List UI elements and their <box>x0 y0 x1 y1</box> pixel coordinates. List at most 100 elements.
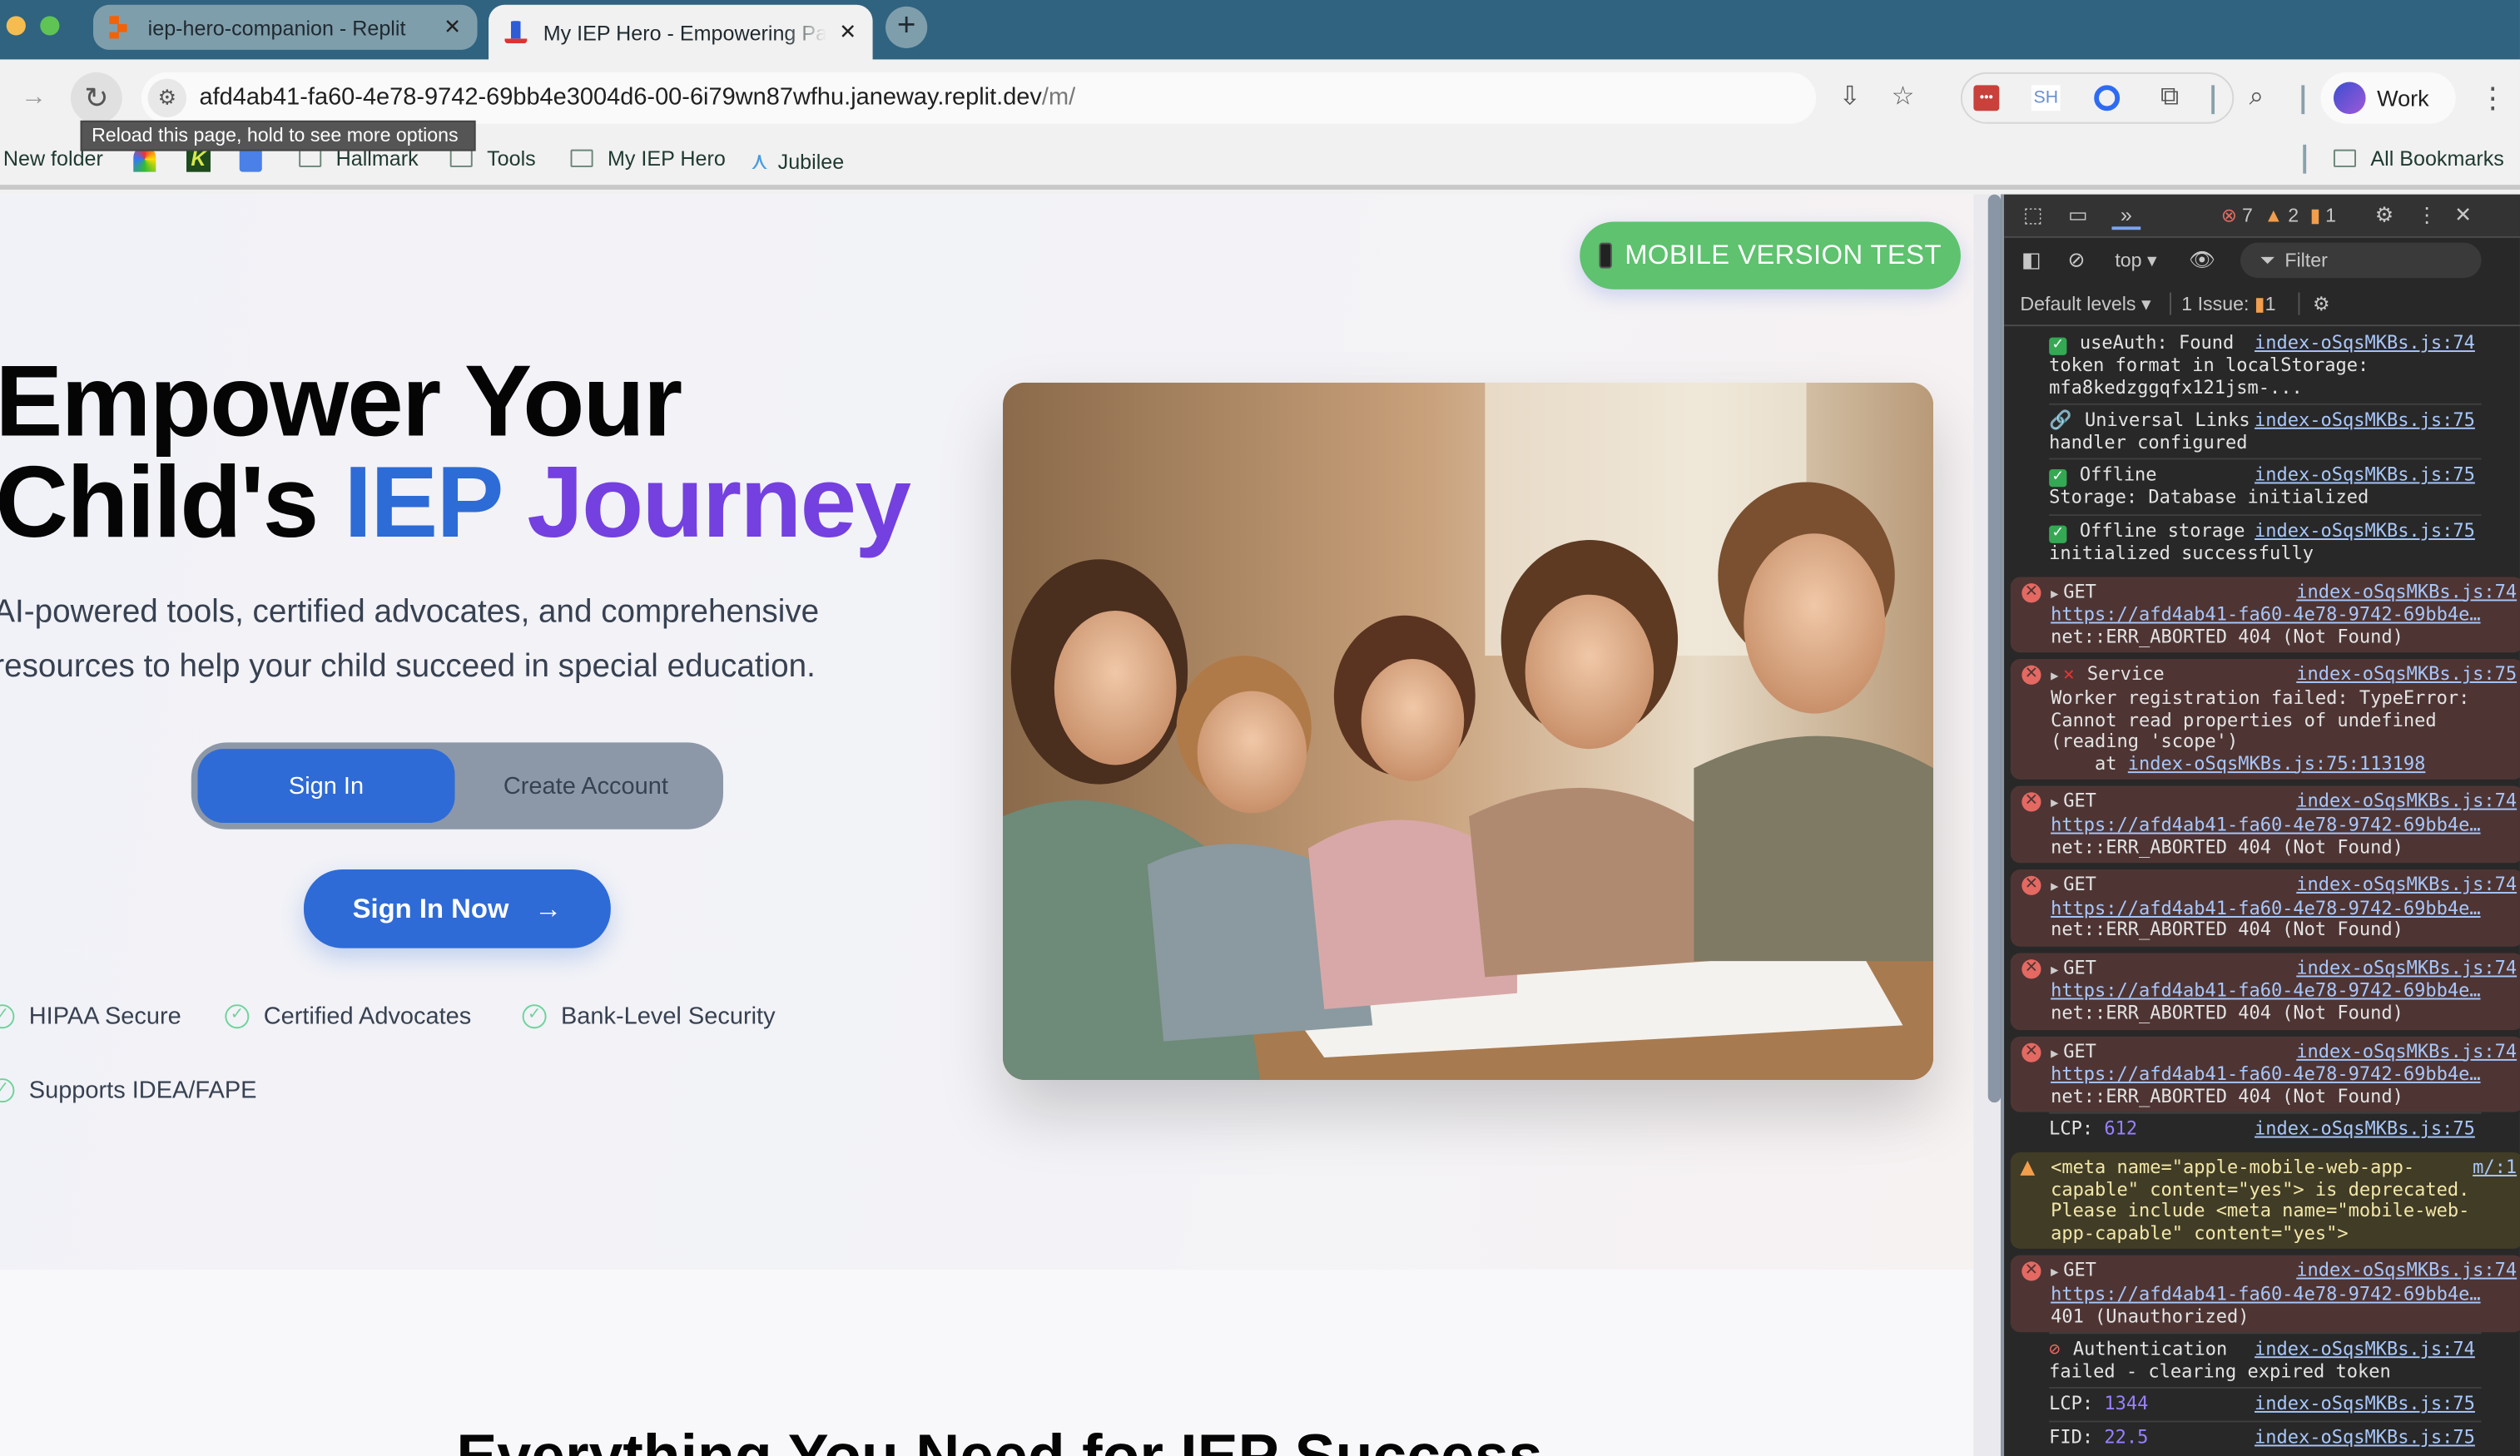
bookmark-label: All Bookmarks <box>2370 146 2504 171</box>
stack-link[interactable]: index-oSqsMKBs.js:75:113198 <box>2128 751 2426 774</box>
expand-triangle-icon[interactable]: ▶ <box>2051 879 2058 894</box>
reload-icon[interactable]: ↻ <box>70 72 122 124</box>
devtools-menu-icon[interactable]: ⋮ <box>2417 202 2438 228</box>
extensions-puzzle-icon[interactable]: ⧉ <box>2150 79 2189 117</box>
filter-placeholder: Filter <box>2284 249 2328 272</box>
console-message-error: ✕ index-oSqsMKBs.js:74 ▶ GET https://afd4ab… <box>2010 576 2520 653</box>
source-link[interactable]: index-oSqsMKBs.js:75 <box>2255 464 2475 487</box>
source-link[interactable]: index-oSqsMKBs.js:74 <box>2296 790 2517 813</box>
source-link[interactable]: index-oSqsMKBs.js:74 <box>2296 957 2517 979</box>
request-url-link[interactable]: https://afd4ab41-fa60-4e78-9742-69bb4e… <box>2051 1062 2480 1085</box>
request-url-link[interactable]: https://afd4ab41-fa60-4e78-9742-69bb4e… <box>2051 1282 2480 1305</box>
expand-triangle-icon[interactable]: ▶ <box>2051 796 2058 810</box>
mobile-version-test-button[interactable]: MOBILE VERSION TEST <box>1580 221 1961 290</box>
issue-icon: ▮ <box>2254 292 2265 315</box>
source-link[interactable]: index-oSqsMKBs.js:75 <box>2255 1118 2475 1141</box>
live-expression-eye-icon[interactable]: 👁 <box>2185 247 2218 273</box>
tab-search-icon[interactable]: ⌕ <box>2237 79 2275 117</box>
source-link[interactable]: index-oSqsMKBs.js:75 <box>2255 520 2475 542</box>
request-url-link[interactable]: https://afd4ab41-fa60-4e78-9742-69bb4e… <box>2051 813 2480 835</box>
tab-replit[interactable]: iep-hero-companion - Replit ✕ <box>93 4 478 50</box>
expand-triangle-icon[interactable]: ▶ <box>2051 1046 2058 1060</box>
request-url-link[interactable]: https://afd4ab41-fa60-4e78-9742-69bb4e… <box>2051 979 2480 1002</box>
console-filter-input[interactable]: ⏷ Filter <box>2240 242 2482 279</box>
hero-headline: Empower Your Child's IEP Journey <box>0 351 911 554</box>
family-photo <box>1003 382 1934 1081</box>
message-text: GET <box>2063 873 2096 896</box>
site-settings-icon[interactable]: ⚙ <box>147 78 187 118</box>
new-tab-button[interactable]: + <box>885 6 928 48</box>
minimize-window-button[interactable] <box>6 16 26 36</box>
clear-console-icon[interactable]: ⊘ <box>2064 247 2090 273</box>
warning-icon: ▲ <box>2264 204 2284 227</box>
inspect-element-icon[interactable]: ⬚ <box>2018 202 2047 228</box>
sidebar-toggle-icon[interactable]: ◧ <box>2018 247 2044 273</box>
url-text[interactable]: afd4ab41-fa60-4e78-9742-69bb4e3004d6-00-… <box>199 83 1075 111</box>
forward-icon[interactable]: → <box>14 79 52 117</box>
sign-in-tab[interactable]: Sign In <box>197 749 455 823</box>
source-link[interactable]: index-oSqsMKBs.js:75 <box>2296 663 2517 686</box>
close-tab-icon[interactable]: ✕ <box>839 19 856 45</box>
profile-button[interactable]: Work <box>2320 72 2456 124</box>
bookmark-star-icon[interactable]: ☆ <box>1883 79 1922 117</box>
source-link[interactable]: index-oSqsMKBs.js:74 <box>2296 1260 2517 1282</box>
check-mark-icon: ✓ <box>2049 337 2067 355</box>
stack-prefix: at <box>2051 751 2128 775</box>
features-section-heading: Everything You Need for IEP Success <box>456 1424 1542 1456</box>
error-warning-counts[interactable]: ⊗ 7 ▲ 2 ▮ 1 <box>2221 204 2336 226</box>
console-message-info: index-oSqsMKBs.js:75 LCP: 612 <box>2049 1112 2482 1146</box>
device-toolbar-icon[interactable]: ▭ <box>2064 202 2093 228</box>
source-link[interactable]: index-oSqsMKBs.js:75 <box>2255 1393 2475 1415</box>
sh-extension-icon[interactable]: SH <box>2031 85 2061 111</box>
console-message-info: index-oSqsMKBs.js:74 ✓ useAuth: Found toke… <box>2049 328 2481 404</box>
console-message-error: ✕ index-oSqsMKBs.js:74 ▶ GET https://afd4ab… <box>2010 953 2520 1030</box>
more-tabs-icon[interactable]: » <box>2111 201 2141 230</box>
console-message-error: ✕ index-oSqsMKBs.js:74 ▶ GET https://afd4ab… <box>2010 869 2520 947</box>
source-link[interactable]: index-oSqsMKBs.js:74 <box>2296 580 2517 602</box>
source-link[interactable]: index-oSqsMKBs.js:75 <box>2255 409 2475 432</box>
settings-gear-icon[interactable]: ⚙ <box>2372 202 2398 228</box>
lastpass-icon[interactable]: ••• <box>1973 85 2000 111</box>
source-link[interactable]: index-oSqsMKBs.js:74 <box>2255 1338 2475 1360</box>
source-link[interactable]: index-oSqsMKBs.js:74 <box>2296 1040 2517 1062</box>
feature-label: Bank-Level Security <box>560 1003 776 1031</box>
tab-my-iep-hero[interactable]: My IEP Hero - Empowering Pa ✕ <box>489 4 873 60</box>
close-tab-icon[interactable]: ✕ <box>444 14 461 40</box>
message-text: LCP: <box>2049 1392 2105 1415</box>
metric-value: 22.5 <box>2104 1425 2149 1449</box>
expand-triangle-icon[interactable]: ▶ <box>2051 669 2058 683</box>
coda-extension-icon[interactable] <box>2094 85 2121 111</box>
filter-funnel-icon: ⏷ <box>2260 248 2275 271</box>
check-circle-icon: ✓ <box>0 1004 15 1029</box>
request-url-link[interactable]: https://afd4ab41-fa60-4e78-9742-69bb4e… <box>2051 896 2480 919</box>
log-levels-dropdown[interactable]: Default levels ▾ <box>2020 293 2150 315</box>
issue-count: 1 <box>2325 204 2337 227</box>
source-link[interactable]: index-oSqsMKBs.js:74 <box>2296 874 2517 896</box>
install-app-icon[interactable]: ⇩ <box>1831 79 1869 117</box>
headline-line-2: Child's <box>0 446 345 560</box>
console-settings-gear-icon[interactable]: ⚙ <box>2298 292 2330 315</box>
context-selector[interactable]: top ▾ <box>2115 249 2156 271</box>
page-scrollbar-thumb[interactable] <box>1987 194 2002 1103</box>
expand-triangle-icon[interactable]: ▶ <box>2051 586 2058 600</box>
all-bookmarks[interactable]: All Bookmarks <box>2333 146 2504 171</box>
browser-menu-icon[interactable]: ⋮ <box>2473 79 2512 117</box>
profile-label: Work <box>2377 85 2429 111</box>
expand-triangle-icon[interactable]: ▶ <box>2051 963 2058 977</box>
close-devtools-icon[interactable]: ✕ <box>2452 202 2474 228</box>
source-link[interactable]: m/:1 <box>2473 1156 2517 1179</box>
maximize-window-button[interactable] <box>40 16 60 36</box>
console-message-error: ✕ index-oSqsMKBs.js:74 ▶ GET https://afd4ab… <box>2010 1036 2520 1113</box>
bookmark-my-iep-hero[interactable]: My IEP Hero <box>570 146 726 171</box>
sign-in-now-button[interactable]: Sign In Now → <box>303 869 611 948</box>
bookmark-jubilee[interactable]: ⋏ Jubilee <box>751 146 844 176</box>
source-link[interactable]: index-oSqsMKBs.js:74 <box>2255 332 2475 354</box>
expand-triangle-icon[interactable]: ▶ <box>2051 1265 2058 1280</box>
metric-value: 1344 <box>2104 1392 2149 1415</box>
address-bar[interactable]: ⚙ afd4ab41-fa60-4e78-9742-69bb4e3004d6-0… <box>141 72 1914 124</box>
issues-link[interactable]: 1 Issue: ▮1 <box>2170 292 2276 315</box>
arrow-right-icon: → <box>534 893 563 924</box>
source-link[interactable]: index-oSqsMKBs.js:75 <box>2255 1426 2475 1449</box>
create-account-tab[interactable]: Create Account <box>455 749 717 823</box>
request-url-link[interactable]: https://afd4ab41-fa60-4e78-9742-69bb4e… <box>2051 603 2480 626</box>
